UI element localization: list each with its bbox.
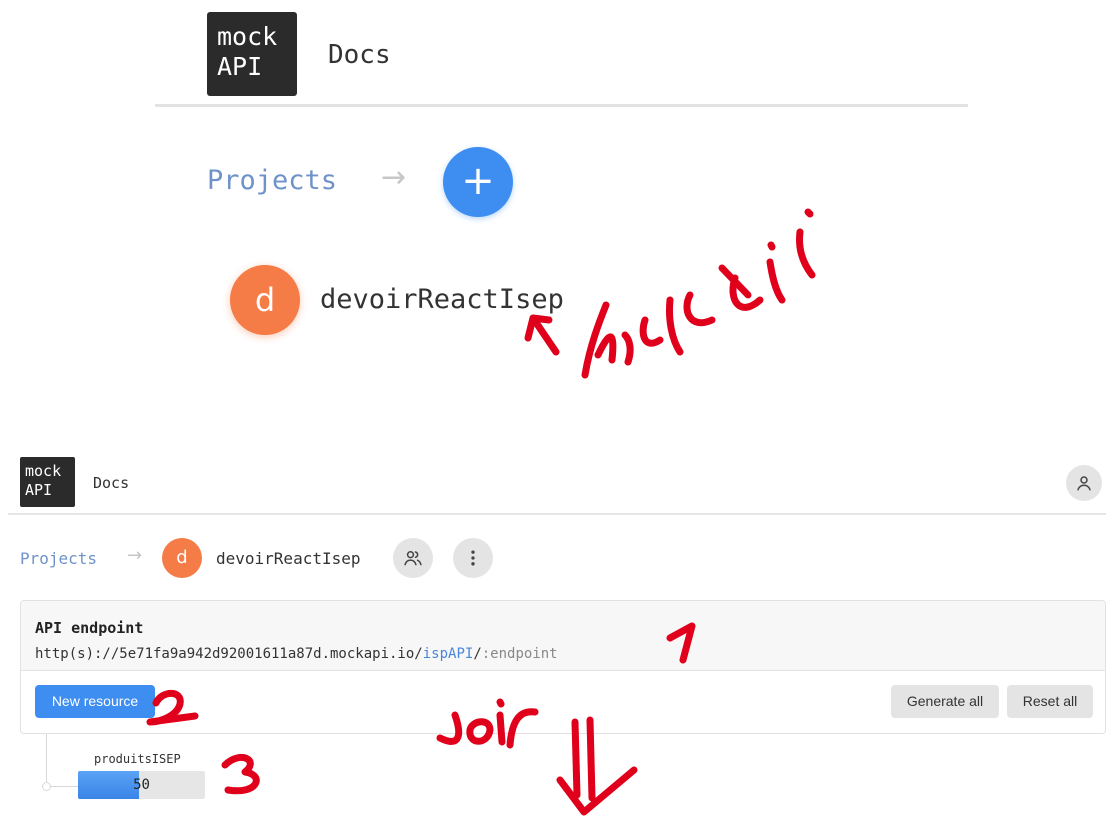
logo-line2: API (25, 481, 53, 499)
zoomed-logo-line1: mock (217, 22, 278, 51)
zoomed-projects-link[interactable]: Projects (207, 165, 337, 196)
zoomed-docs-link[interactable]: Docs (328, 40, 391, 70)
resource-count-bar[interactable]: 50 (78, 771, 205, 799)
endpoint-placeholder: :endpoint (481, 646, 558, 662)
users-icon (404, 551, 422, 566)
resource-count: 50 (133, 777, 150, 793)
annotation-arrow-up (524, 314, 560, 356)
endpoint-url: http(s)://5e71fa9a942d92001611a87d.mocka… (35, 646, 558, 662)
zoomed-add-project-button[interactable]: + (443, 147, 513, 217)
header-divider (8, 513, 1106, 515)
arrow-right-icon: → (127, 545, 143, 566)
members-button[interactable] (393, 538, 433, 578)
endpoint-url-slash: / (473, 646, 482, 662)
zoomed-arrow-right-icon: → (381, 160, 407, 195)
new-resource-button[interactable]: New resource (35, 685, 155, 718)
tree-connector-vertical (46, 734, 47, 786)
zoomed-project-avatar[interactable]: d (230, 265, 300, 335)
breadcrumb-projects[interactable]: Projects (20, 549, 97, 568)
project-avatar: d (162, 538, 202, 578)
zoomed-project-name[interactable]: devoirReactIsep (320, 284, 564, 315)
endpoint-card-header: API endpoint http(s)://5e71fa9a942d92001… (21, 601, 1105, 671)
more-options-button[interactable] (453, 538, 493, 578)
annotation-number-3 (221, 753, 260, 795)
user-menu-button[interactable] (1066, 465, 1102, 501)
logo-line1: mock (25, 462, 62, 480)
endpoint-namespace[interactable]: ispAPI (423, 646, 474, 662)
generate-all-button[interactable]: Generate all (891, 685, 999, 718)
resource-name[interactable]: produitsISEP (94, 752, 181, 766)
zoomed-logo[interactable]: mock API (207, 12, 297, 96)
zoomed-header-divider (155, 104, 968, 107)
logo[interactable]: mock API (20, 457, 75, 507)
project-name: devoirReactIsep (216, 549, 361, 568)
docs-link[interactable]: Docs (93, 474, 129, 492)
endpoint-url-prefix: http(s)://5e71fa9a942d92001611a87d.mocka… (35, 646, 423, 662)
tree-node-dot (42, 782, 51, 791)
annotation-click-ici-scribble (581, 208, 816, 379)
endpoint-title: API endpoint (35, 619, 144, 637)
more-vertical-icon (471, 550, 475, 566)
user-icon (1077, 476, 1091, 491)
zoomed-logo-line2: API (217, 52, 263, 81)
reset-all-button[interactable]: Reset all (1007, 685, 1093, 718)
endpoint-card: API endpoint http(s)://5e71fa9a942d92001… (20, 600, 1106, 734)
